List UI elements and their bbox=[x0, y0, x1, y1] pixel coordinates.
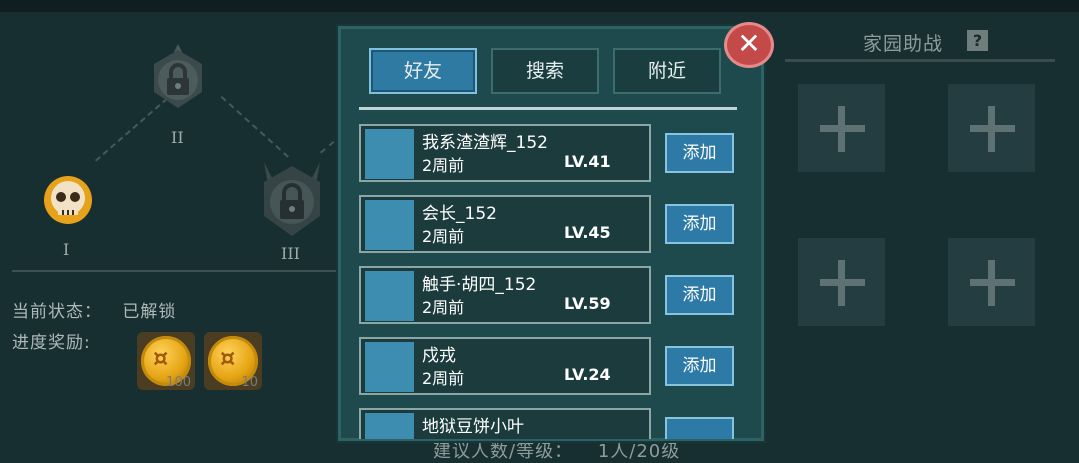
support-slot-1[interactable] bbox=[798, 84, 885, 172]
top-bar bbox=[0, 0, 1079, 12]
avatar bbox=[365, 200, 414, 250]
status-row: 当前状态： 已解锁 bbox=[12, 297, 176, 322]
player-name: 我系渣渣辉_152 bbox=[422, 133, 548, 153]
node-label-1: I bbox=[63, 240, 70, 259]
list-item[interactable]: 戍戎 2周前 LV.24 bbox=[359, 337, 651, 395]
avatar bbox=[365, 413, 414, 439]
tab-friends[interactable]: 好友 bbox=[369, 48, 477, 94]
list-item[interactable]: 地狱豆饼小叶 bbox=[359, 408, 651, 439]
add-friend-button[interactable]: 添加 bbox=[665, 133, 734, 173]
progress-node-2[interactable] bbox=[146, 42, 210, 114]
reward-item-2[interactable]: ¤ 10 bbox=[204, 332, 262, 390]
progress-node-1[interactable] bbox=[38, 172, 98, 232]
avatar bbox=[365, 271, 414, 321]
list-item[interactable]: 触手·胡四_152 2周前 LV.59 bbox=[359, 266, 651, 324]
suggest-label: 建议人数/等级： bbox=[433, 441, 574, 462]
add-friend-button[interactable] bbox=[665, 417, 734, 439]
list-item[interactable]: 会长_152 2周前 LV.45 bbox=[359, 195, 651, 253]
last-online: 2周前 bbox=[422, 156, 465, 175]
node-label-3: III bbox=[281, 244, 300, 263]
status-label: 当前状态： bbox=[12, 302, 102, 322]
avatar bbox=[365, 129, 414, 179]
reward-label: 进度奖励: bbox=[12, 333, 91, 353]
tab-search[interactable]: 搜索 bbox=[491, 48, 599, 94]
player-level: LV.24 bbox=[564, 365, 611, 384]
home-support-title: 家园助战 bbox=[863, 33, 944, 55]
player-level: LV.59 bbox=[564, 294, 611, 313]
support-slot-4[interactable] bbox=[948, 238, 1035, 326]
lock-icon bbox=[264, 162, 320, 236]
last-online: 2周前 bbox=[422, 369, 465, 388]
divider bbox=[785, 59, 1055, 62]
add-friend-button[interactable]: 添加 bbox=[665, 204, 734, 244]
player-name: 触手·胡四_152 bbox=[422, 275, 537, 295]
player-level: LV.45 bbox=[564, 223, 611, 242]
list-item[interactable]: 我系渣渣辉_152 2周前 LV.41 bbox=[359, 124, 651, 182]
node-label-2: II bbox=[171, 128, 184, 147]
reward-qty: 100 bbox=[166, 375, 191, 390]
add-friend-button[interactable]: 添加 bbox=[665, 275, 734, 315]
player-level: LV.41 bbox=[564, 152, 611, 171]
reward-item-1[interactable]: ¤ 100 bbox=[137, 332, 195, 390]
player-name: 地狱豆饼小叶 bbox=[422, 417, 524, 437]
friend-dialog: 好友 搜索 附近 我系渣渣辉_152 2周前 LV.41 添加 会长_152 2… bbox=[338, 26, 764, 441]
home-support-panel: 家园助战 ? bbox=[760, 12, 1079, 455]
add-friend-button[interactable]: 添加 bbox=[665, 346, 734, 386]
close-icon[interactable]: ✕ bbox=[724, 22, 774, 68]
player-name: 戍戎 bbox=[422, 346, 456, 366]
progress-panel: I II III 当前状态： 已解锁 进度奖励: ¤ 100 ¤ 10 bbox=[0, 12, 352, 455]
skull-icon bbox=[44, 176, 92, 224]
last-online: 2周前 bbox=[422, 227, 465, 246]
connector-line bbox=[220, 96, 289, 158]
suggest-value: 1人/20级 bbox=[597, 441, 681, 462]
help-icon[interactable]: ? bbox=[967, 30, 988, 51]
friend-list[interactable]: 我系渣渣辉_152 2周前 LV.41 添加 会长_152 2周前 LV.45 … bbox=[359, 124, 737, 439]
player-name: 会长_152 bbox=[422, 204, 497, 224]
tab-underline bbox=[359, 107, 737, 110]
last-online: 2周前 bbox=[422, 298, 465, 317]
status-value: 已解锁 bbox=[122, 302, 177, 322]
reward-qty: 10 bbox=[241, 375, 258, 390]
lock-icon bbox=[154, 44, 202, 108]
divider bbox=[12, 270, 342, 272]
support-slot-2[interactable] bbox=[948, 84, 1035, 172]
tab-nearby[interactable]: 附近 bbox=[613, 48, 721, 94]
progress-node-3[interactable] bbox=[256, 156, 328, 240]
avatar bbox=[365, 342, 414, 392]
support-slot-3[interactable] bbox=[798, 238, 885, 326]
